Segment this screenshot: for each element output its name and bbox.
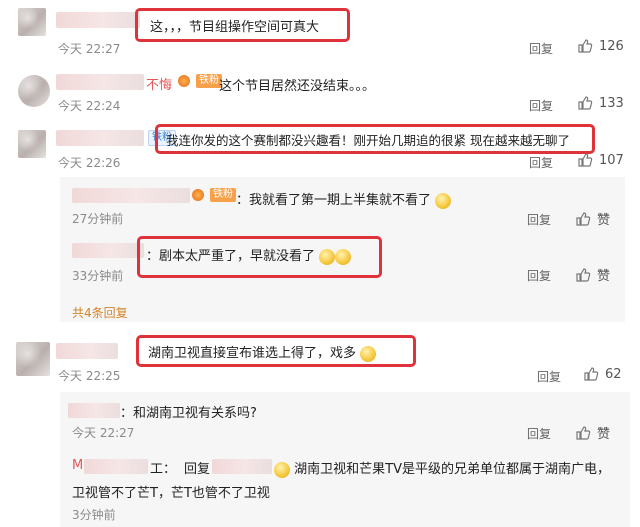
reply-time: 今天 22:27 [72,426,135,440]
reply-to-word: 回复 [184,462,211,477]
thumb-up-icon [577,152,593,168]
thinking-emoji-icon [360,345,377,362]
flame-icon [192,189,204,201]
like-count: 107 [599,152,624,168]
thumb-up-icon [577,95,593,111]
reply-button[interactable]: 回复 [527,425,551,442]
cute-face-emoji-icon [274,461,290,478]
like-count: 62 [605,366,622,382]
reply-button[interactable]: 回复 [527,211,551,228]
reply-username-prefix: M [72,458,84,473]
comment-text: 我连你发的这个赛制都没兴趣看！刚开始几期追的很紧 现在越来越无聊了 [166,133,570,148]
laughing-crying-emoji-icon [435,192,452,209]
like-button[interactable]: 62 [583,366,622,382]
reply-text: ：和湖南卫视有关系吗? [120,406,257,421]
comment-text: 湖南卫视直接宣布谁选上得了，戏多 [148,342,377,362]
fan-badge: 铁粉 [192,188,236,202]
username[interactable] [56,12,140,28]
username[interactable] [56,343,118,359]
username[interactable] [56,74,144,90]
reply-text: ：剧本太严重了，早就没看了 [146,245,352,265]
like-count: 126 [599,38,624,54]
reply-username-suffix: 工： [150,462,177,477]
avatar[interactable] [18,130,46,158]
comment-text: 这，，，节目组操作空间可真大 [150,20,320,35]
more-replies-link[interactable]: 共4条回复 [72,304,128,321]
laughing-crying-emoji-icon [319,248,336,265]
like-count: 133 [599,95,624,111]
flame-icon [178,75,190,87]
reply-time: 27分钟前 [72,212,124,226]
reply-button[interactable]: 回复 [529,154,553,171]
thumb-up-icon [575,267,591,283]
reply-text-line1: 湖南卫视和芒果TV是平级的兄弟单位都属于湖南广电， [274,458,610,478]
reply-username[interactable] [68,403,120,418]
like-button[interactable]: 133 [577,95,624,111]
reply-text-line2: 卫视管不了芒T，芒T也管不了卫视 [72,486,270,501]
comment-time: 今天 22:24 [58,99,121,113]
thumb-up-icon [583,366,599,382]
reply-button[interactable]: 回复 [529,97,553,114]
like-button[interactable]: 107 [577,152,624,168]
reply-time: 33分钟前 [72,269,124,283]
comment-text: 这个节目居然还没结束。。。 [219,79,376,94]
like-button[interactable]: 赞 [575,209,610,228]
comment-time: 今天 22:25 [58,369,121,383]
username[interactable] [56,130,144,146]
avatar[interactable] [18,75,50,107]
comment-time: 今天 22:26 [58,156,121,170]
reply-time: 3分钟前 [72,508,116,522]
like-button[interactable]: 126 [577,38,624,54]
like-button[interactable]: 赞 [575,265,610,284]
avatar[interactable] [18,8,46,36]
reply-username[interactable] [72,243,144,258]
avatar[interactable] [16,342,50,376]
reply-username[interactable] [72,188,190,203]
reply-username[interactable] [84,459,148,474]
reply-button[interactable]: 回复 [529,40,553,57]
reply-button[interactable]: 回复 [527,267,551,284]
thumb-up-icon [575,211,591,227]
like-button[interactable]: 赞 [575,423,610,442]
reply-text: ：我就看了第一期上半集就不看了 [236,189,452,209]
mentioned-username[interactable] [212,459,272,474]
fan-badge: 铁粉 [178,74,222,88]
reply-button[interactable]: 回复 [537,368,561,385]
username-tail: 不悔 [146,78,173,93]
thumb-up-icon [577,38,593,54]
thumb-up-icon [575,425,591,441]
comment-time: 今天 22:27 [58,42,121,56]
laughing-crying-emoji-icon [335,248,352,265]
